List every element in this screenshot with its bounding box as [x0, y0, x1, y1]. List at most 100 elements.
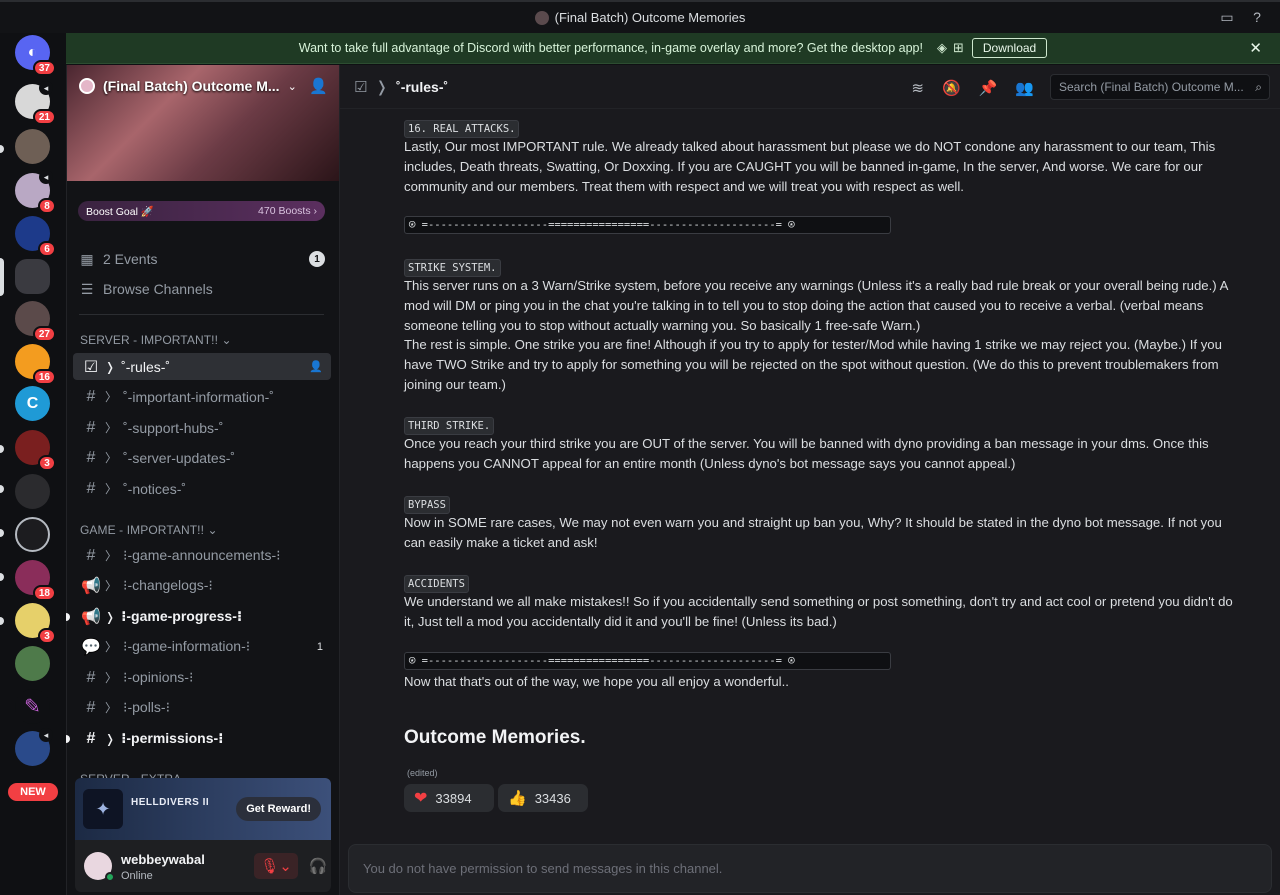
pin-icon[interactable]: 📌 [979, 79, 998, 97]
server-icon[interactable]: 3 [15, 430, 56, 471]
channel-notices[interactable]: # 〉 ˚-notices-˚ [73, 475, 331, 502]
notification-badge: 18 [32, 585, 56, 601]
server-icon[interactable]: 16 [15, 344, 56, 385]
channel-game-progress[interactable]: 📢 ❭ ⁝-game-progress-⁝ [66, 603, 331, 630]
chevron-right-icon: 〉 [105, 451, 118, 465]
message-text: Lastly, Our most IMPORTANT rule. We alre… [404, 139, 1216, 194]
new-badge[interactable]: NEW [8, 783, 58, 801]
channel-server-updates[interactable]: # 〉 ˚-server-updates-˚ [73, 444, 331, 471]
invite-icon[interactable]: 👤 [309, 360, 323, 373]
section-title: BYPASS [404, 496, 450, 514]
channel-polls[interactable]: # 〉 ⁝-polls-⁝ [73, 694, 331, 721]
download-button[interactable]: Download [971, 38, 1048, 58]
chevron-right-icon: ❭ [105, 731, 116, 746]
user-panel: webbeywabal Online 🎙⌄ 🎧 ⚙ [75, 840, 381, 892]
unread-indicator [66, 734, 70, 743]
server-icon[interactable] [15, 517, 50, 552]
member-list-icon[interactable]: 👥 [1015, 79, 1034, 97]
notification-badge: 16 [32, 369, 56, 385]
chevron-right-icon: 〉 [105, 701, 118, 715]
channel-label: ⁝-permissions-⁝ [121, 730, 224, 746]
unread-pill [0, 573, 4, 581]
channel-important-information[interactable]: # 〉 ˚-important-information-˚ [73, 383, 331, 410]
notification-bell-muted-icon[interactable]: 🔕 [942, 79, 961, 97]
username[interactable]: webbeywabal [121, 852, 205, 867]
server-icon[interactable]: 3 [15, 603, 56, 644]
section-title: STRIKE SYSTEM. [404, 259, 501, 277]
browse-channels-item[interactable]: ☰ Browse Channels [79, 276, 329, 302]
channel-support-hubs[interactable]: # 〉 ˚-support-hubs-˚ [73, 414, 331, 441]
server-name: (Final Batch) Outcome M... [103, 78, 280, 94]
server-icon[interactable] [15, 646, 50, 681]
category-label: SERVER - IMPORTANT!! [80, 333, 219, 347]
close-icon[interactable]: ✕ [1249, 39, 1262, 57]
server-icon[interactable]: ◂ 8 [15, 170, 56, 214]
platform-icons: ◈ ⊞ [931, 40, 964, 56]
server-icon[interactable]: 27 [15, 301, 56, 342]
chevron-down-icon[interactable]: ⌄ [288, 80, 297, 93]
server-icon[interactable] [15, 129, 50, 164]
server-header[interactable]: (Final Batch) Outcome M... ⌄ 👤 [67, 65, 340, 181]
divider [79, 314, 324, 315]
separator-block: ⍟ =-------------------================--… [404, 216, 891, 234]
server-icon[interactable]: 18 [15, 560, 56, 601]
help-icon[interactable]: ? [1248, 8, 1266, 26]
helldivers-logo-icon: ✦ [83, 789, 123, 829]
server-icon[interactable] [15, 259, 50, 294]
channel-game-announcements[interactable]: # 〉 ⁝-game-announcements-⁝ [73, 542, 331, 569]
rules-icon: ☑ [83, 358, 99, 376]
inbox-icon[interactable]: ▭ [1218, 8, 1236, 26]
server-icon[interactable]: 6 [15, 216, 56, 257]
get-reward-button[interactable]: Get Reward! [236, 797, 321, 821]
microphone-muted-icon: 🎙 [260, 858, 280, 875]
message-text: The rest is simple. One strike you are f… [404, 337, 1222, 392]
heart-icon: ❤ [414, 790, 428, 807]
announcement-icon: 📢 [81, 577, 101, 595]
hash-icon: # [86, 698, 96, 716]
hash-icon: # [86, 546, 96, 564]
channel-rules[interactable]: ☑ ❭ ˚-rules-˚ 👤 [73, 353, 331, 380]
channel-game-information[interactable]: 💬 〉 ⁝-game-information-⁝ 1 [73, 633, 331, 660]
category-server-important[interactable]: SERVER - IMPORTANT!! ⌄ [80, 333, 232, 347]
boost-goal-bar[interactable]: Boost Goal 🚀 470 Boosts › [78, 201, 325, 221]
channel-label: ˚-important-information-˚ [123, 388, 274, 405]
chevron-right-icon: 〉 [105, 482, 118, 496]
notification-badge: 27 [32, 326, 56, 342]
channel-opinions[interactable]: # 〉 ⁝-opinions-⁝ [73, 664, 331, 691]
channel-changelogs[interactable]: 📢 〉 ⁝-changelogs-⁝ [73, 572, 331, 599]
banner-text: Want to take full advantage of Discord w… [298, 41, 923, 55]
category-game-important[interactable]: GAME - IMPORTANT!! ⌄ [80, 523, 218, 537]
reaction-thumbs-up[interactable]: 👍 33436 [498, 784, 588, 812]
server-icon[interactable]: ✎ [15, 689, 50, 724]
message-text: Now in SOME rare cases, We may not even … [404, 515, 1222, 550]
promo-card[interactable]: ✦ HELLDIVERS II Get Reward! [75, 778, 331, 840]
channel-label: ⁝-changelogs-⁝ [123, 577, 213, 593]
search-input[interactable]: Search (Final Batch) Outcome M... ⌕ [1050, 74, 1270, 100]
channel-label: ⁝-opinions-⁝ [123, 669, 194, 685]
channel-permissions[interactable]: # ❭ ⁝-permissions-⁝ [66, 725, 331, 752]
message-text: We understand we all make mistakes!! So … [404, 594, 1233, 629]
invite-people-icon[interactable]: 👤 [309, 77, 328, 95]
unread-pill [0, 529, 4, 537]
events-item[interactable]: ▦ 2 Events 1 [79, 246, 329, 272]
volume-icon: ◂ [39, 170, 53, 184]
chat-area: ☑ ❭ ˚-rules-˚ ≋ 🔕 📌 👥 Search (Final Batc… [339, 65, 1280, 895]
unread-indicator [66, 612, 70, 621]
reaction-heart[interactable]: ❤ 33894 [404, 784, 494, 812]
thumbs-up-icon: 👍 [508, 790, 527, 807]
server-icon[interactable] [15, 474, 50, 509]
notification-badge: 3 [38, 628, 56, 644]
server-icon[interactable]: C [15, 386, 50, 421]
chevron-right-icon: 〉 [105, 390, 118, 404]
threads-icon[interactable]: ≋ [911, 79, 924, 97]
discord-home-icon[interactable]: ◐ 37 [15, 35, 56, 76]
reaction-count: 33894 [435, 790, 472, 806]
channel-sidebar: (Final Batch) Outcome M... ⌄ 👤 Boost Goa… [66, 65, 381, 895]
unread-pill [0, 145, 4, 153]
server-icon[interactable]: ◂ 21 [15, 81, 56, 125]
section-title: THIRD STRIKE. [404, 417, 495, 435]
server-icon[interactable]: ◂ [15, 728, 53, 766]
channel-label: ˚-server-updates-˚ [123, 449, 236, 466]
mute-microphone-button[interactable]: 🎙 ⌄ [254, 853, 298, 879]
deafen-button[interactable]: 🎧 [303, 853, 333, 879]
